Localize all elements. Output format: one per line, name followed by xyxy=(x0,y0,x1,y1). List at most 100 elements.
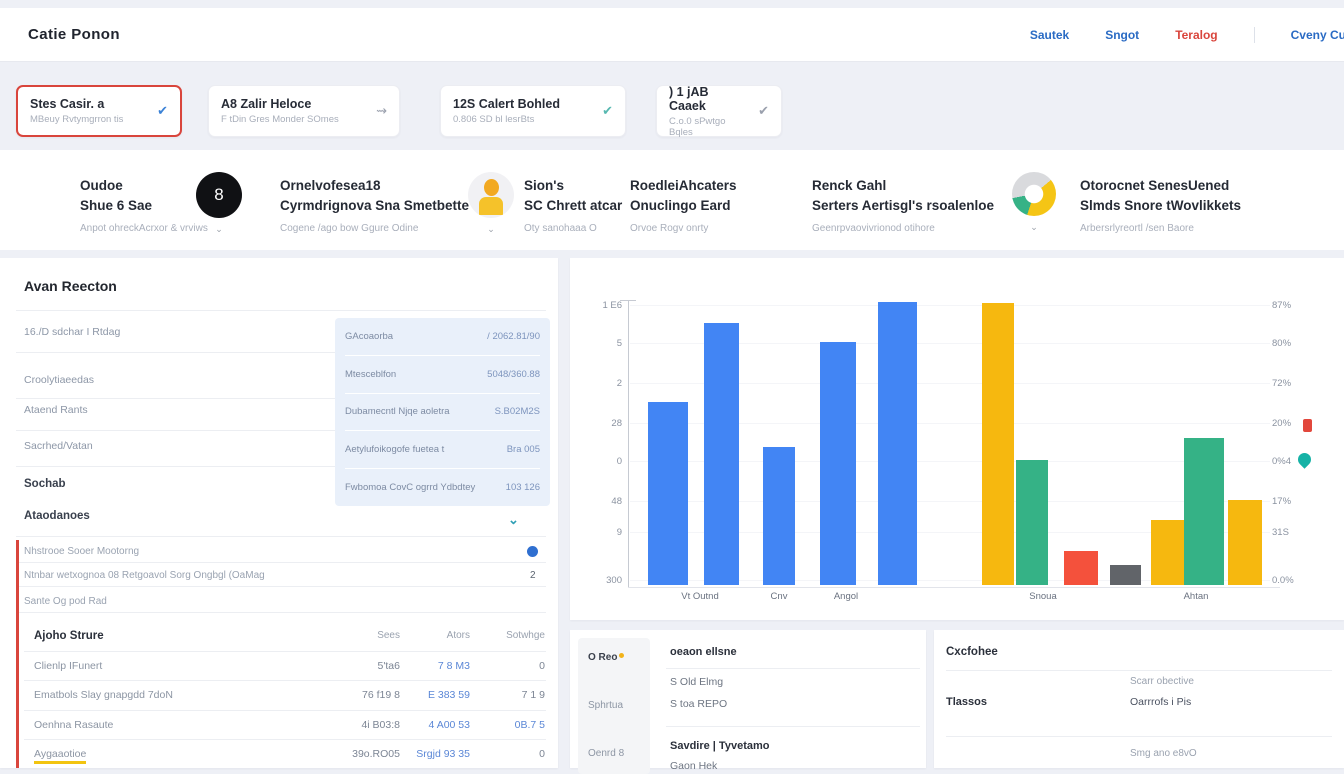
chart-bar-8 xyxy=(1064,551,1098,585)
field-row-6[interactable]: Ataodanoes xyxy=(24,510,90,522)
field-row-4[interactable]: Sacrhed/Vatan xyxy=(24,440,93,452)
bottom-right-value-1: Scarr obective xyxy=(1130,676,1194,687)
nav-links: Sautek Sngot Teralog Cveny Cuen xyxy=(1030,27,1344,43)
chart-bar-3 xyxy=(763,447,795,585)
y-axis-tick: 300 xyxy=(580,575,622,586)
right-axis-tick: 72% xyxy=(1272,378,1291,389)
chart-bar-11 xyxy=(1184,438,1224,585)
feature-title: Ornelvofesea18 xyxy=(280,176,469,196)
bar-chart-panel: 1 E65228048930087%80%72%20%0%417%31S0.0%… xyxy=(570,258,1344,620)
gridline xyxy=(630,305,1270,306)
x-axis-line xyxy=(628,587,1280,588)
feature-subtitle: Anpot ohreckAcrxor & vrviws xyxy=(80,223,208,234)
table-column-2: Ators xyxy=(400,630,470,641)
stat-card-2[interactable]: A8 Zalir HeloceF tDin Gres Monder SOmes⇝ xyxy=(208,85,400,137)
feature-title: Serters Aertisgl's rsoalenloe xyxy=(812,196,994,216)
pie-chart-glyph xyxy=(1012,172,1056,216)
field-divider xyxy=(16,466,335,467)
field-row-1[interactable]: 16./D sdchar I Rtdag xyxy=(24,326,120,338)
feature-item-1: OudoeShue 6 SaeAnpot ohreckAcrxor & vrvi… xyxy=(80,176,208,234)
chevron-down-icon[interactable]: ⌄ xyxy=(508,512,519,528)
nav-divider xyxy=(1254,27,1255,43)
bottom-mid-divider xyxy=(666,726,920,727)
table-cell: 7 1 9 xyxy=(475,689,545,701)
right-axis-tick: 31S xyxy=(1272,527,1289,538)
nav-link-3[interactable]: Teralog xyxy=(1175,28,1217,42)
stat-card-3[interactable]: 12S Calert Bohled0.806 SD bl lesrBts✔ xyxy=(440,85,626,137)
right-axis-tick: 17% xyxy=(1272,496,1291,507)
share-icon: ⇝ xyxy=(376,103,387,119)
stat-card-1[interactable]: Stes Casir. aMBeuy Rvtymgrron tis✔ xyxy=(16,85,182,137)
check-icon: ✔ xyxy=(758,103,769,119)
bottom-mid-sidebar-item-2[interactable]: Sphrtua xyxy=(588,700,623,711)
yellow-dot-icon xyxy=(619,653,624,658)
table-cell: 4i B03:8 xyxy=(330,719,400,731)
field-row-3[interactable]: Ataend Rants xyxy=(24,404,88,416)
table-row-name[interactable]: Ematbols Slay gnapgdd 7doN xyxy=(34,689,173,701)
field-divider xyxy=(16,352,335,353)
feature-title: Oudoe xyxy=(80,176,208,196)
top-bar: Catie Ponon SautekSngotTeralogCveny Cuen xyxy=(0,8,1344,62)
summary-label: GAcoaorba xyxy=(345,331,393,342)
table-cell: 0 xyxy=(475,660,545,672)
bottom-mid-divider xyxy=(666,668,920,669)
summary-label: Aetylufoikogofe fuetea t xyxy=(345,444,444,455)
bottom-mid-row-title: Savdire | Tyvetamo xyxy=(670,740,769,752)
bottom-mid-panel: O ReoSphrtuaOenrd 8 oeaon ellsneS Old El… xyxy=(570,630,926,768)
summary-value: Bra 005 xyxy=(507,444,540,455)
chart-bar-4 xyxy=(820,342,856,585)
person-icon-body xyxy=(468,172,514,218)
field-divider xyxy=(16,430,335,431)
bottom-mid-sidebar-item-3[interactable]: Oenrd 8 xyxy=(588,748,624,759)
y-axis-tick: 5 xyxy=(580,338,622,349)
stat-card-title: A8 Zalir Heloce xyxy=(221,97,339,111)
extra-row-1[interactable]: Nhstrooe Sooer Mootorng xyxy=(24,546,139,557)
feature-title: Onuclingo Eard xyxy=(630,196,737,216)
table-row-name[interactable]: Clienlp IFunert xyxy=(34,660,102,672)
chart-bar-12 xyxy=(1228,500,1262,585)
features-band: OudoeShue 6 SaeAnpot ohreckAcrxor & vrvi… xyxy=(0,150,1344,250)
table-row-divider xyxy=(24,680,546,681)
feature-subtitle: Orvoe Rogv onrty xyxy=(630,223,737,234)
extra-row-3[interactable]: Sante Og pod Rad xyxy=(24,596,107,607)
table-title: Ajoho Strure xyxy=(34,630,104,642)
info-dot-icon[interactable] xyxy=(527,546,538,557)
feature-item-5: Sion'sSC Chrett atcarOty sanohaaa O xyxy=(524,176,622,234)
chart-bar-5 xyxy=(878,302,917,585)
right-axis-tick: 0%4 xyxy=(1272,456,1291,467)
stat-card-subtitle: MBeuy Rvtymgrron tis xyxy=(30,114,123,125)
person-torso xyxy=(479,197,503,215)
field-row-2[interactable]: Croolytiaeedas xyxy=(24,374,94,386)
field-row-5[interactable]: Sochab xyxy=(24,478,66,490)
y-axis-tick: 28 xyxy=(580,418,622,429)
feature-subtitle: Cogene /ago bow Ggure Odine xyxy=(280,223,469,234)
stat-card-subtitle: C.o.0 sPwtgo Bqles xyxy=(669,116,748,138)
feature-subtitle: Oty sanohaaa O xyxy=(524,223,622,234)
table-row-name[interactable]: Oenhna Rasaute xyxy=(34,719,113,731)
nav-link-4[interactable]: Cveny Cuen xyxy=(1291,28,1344,42)
bottom-mid-row-line: S toa REPO xyxy=(670,698,727,710)
mini-caret-icon: ⌄ xyxy=(1012,222,1056,233)
table-column-1: Sees xyxy=(330,630,400,641)
chart-bar-9 xyxy=(1110,565,1141,585)
stat-card-4[interactable]: ) 1 jAB CaaekC.o.0 sPwtgo Bqles✔ xyxy=(656,85,782,137)
feature-title: RoedleiAhcaters xyxy=(630,176,737,196)
table-row-divider xyxy=(24,739,546,740)
y-axis-tick: 1 E6 xyxy=(580,300,622,311)
stat-card-subtitle: 0.806 SD bl lesrBts xyxy=(453,114,560,125)
table-cell: 76 f19 8 xyxy=(330,689,400,701)
summary-value: 5048/360.88 xyxy=(487,369,540,380)
table-row-name[interactable]: Aygaaotioe xyxy=(34,748,86,760)
x-axis-label: Cnv xyxy=(771,591,788,602)
table-column-3: Sotwhge xyxy=(475,630,545,641)
left-panel: Avan Reecton 16./D sdchar I RtdagCroolyt… xyxy=(0,258,558,768)
feature-title: Cyrmdrignova Sna Smetbette xyxy=(280,196,469,216)
bottom-right-panel: Cxcfohee Tlassos Scarr obective Oarrrofs… xyxy=(934,630,1344,768)
nav-link-2[interactable]: Sngot xyxy=(1105,28,1139,42)
y-axis-tick: 2 xyxy=(580,378,622,389)
extra-row-2[interactable]: Ntnbar wetxognoa 08 Retgoavol Sorg Ongbg… xyxy=(24,570,265,581)
chart-bar-6 xyxy=(982,303,1014,585)
nav-link-1[interactable]: Sautek xyxy=(1030,28,1069,42)
table-cell: 0 xyxy=(475,748,545,760)
bottom-mid-sidebar-item-1[interactable]: O Reo xyxy=(588,652,624,663)
